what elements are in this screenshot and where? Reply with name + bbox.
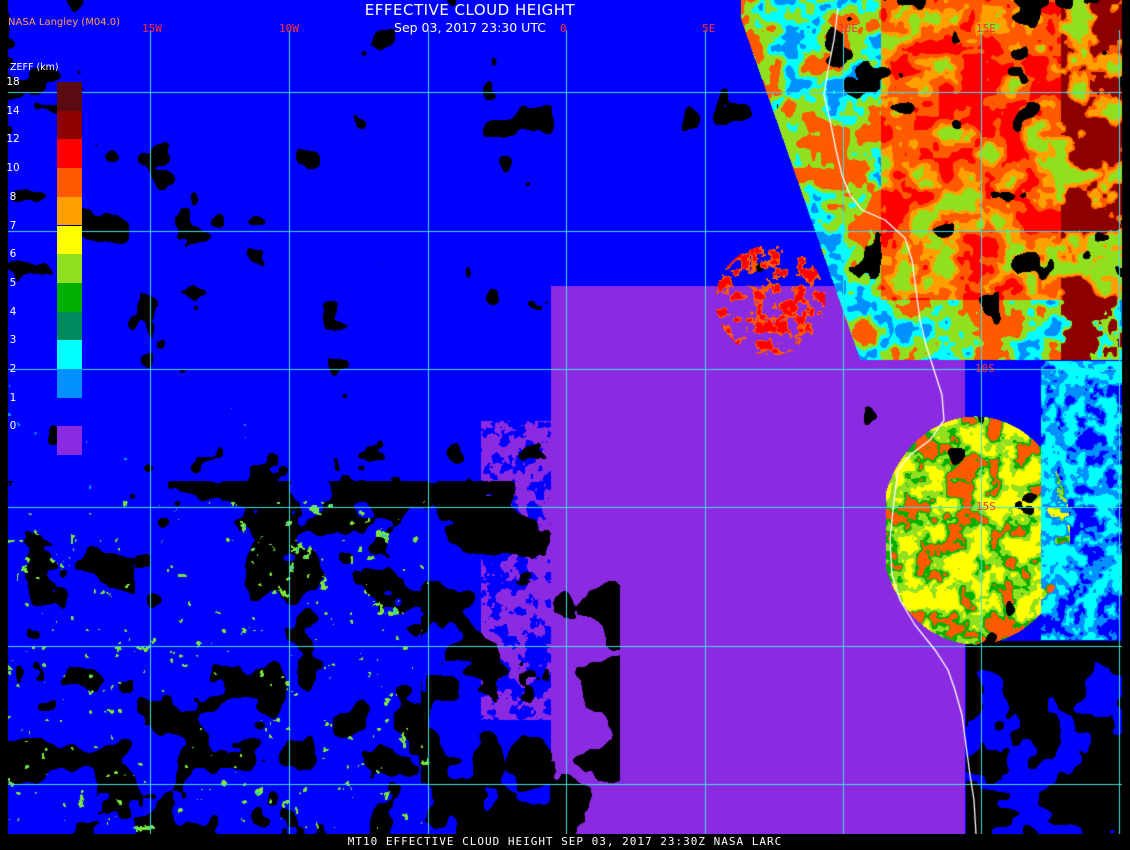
legend-color-swatch [57, 426, 82, 456]
latitude-label: 10S [975, 362, 995, 375]
legend-color-swatch [57, 397, 82, 427]
legend-tick-label: 6 [9, 248, 17, 261]
legend-color-swatch [57, 340, 82, 369]
producer-label: NASA Langley (M04.0) [8, 17, 120, 28]
legend-tick-label: 18 [6, 76, 20, 88]
longitude-label: 15W [142, 22, 162, 35]
legend-tick-label: 5 [9, 276, 17, 289]
legend-tick-label: 8 [9, 190, 17, 203]
map-timestamp: Sep 03, 2017 23:30 UTC [394, 20, 546, 35]
legend-color-swatch [57, 369, 82, 398]
legend-unit-label: ZEFF (km) [10, 62, 59, 73]
legend-tick-label: 0 [9, 420, 17, 433]
legend-tick-label: 4 [9, 305, 17, 318]
legend-tick-label: 10 [6, 162, 20, 175]
legend-color-swatch [57, 82, 82, 111]
legend-color-swatch [57, 110, 82, 140]
color-legend: ZEFF (km) 18 14 12 10 8 7 6 5 4 3 2 1 0 [6, 58, 82, 456]
legend-color-swatch [57, 311, 82, 341]
longitude-label: 15E [976, 22, 996, 35]
legend-color-swatch [57, 139, 82, 169]
legend-tick-label: 2 [9, 363, 17, 375]
legend-tick-label: 12 [6, 133, 20, 146]
legend-color-swatch [57, 168, 82, 197]
legend-color-swatch [57, 225, 82, 255]
footer-caption: MT10 EFFECTIVE CLOUD HEIGHT SEP 03, 2017… [0, 834, 1130, 850]
legend-color-swatch [57, 282, 82, 312]
longitude-label: 0 [560, 22, 567, 35]
legend-tick-label: 7 [9, 219, 17, 232]
longitude-label: 10W [279, 22, 299, 35]
longitude-label: 5E [702, 22, 716, 35]
satellite-cloud-height-map [0, 0, 1130, 850]
legend-tick-label: 1 [9, 391, 17, 404]
legend-tick-label: 3 [9, 334, 17, 347]
map-title: EFFECTIVE CLOUD HEIGHT [364, 1, 576, 19]
legend-tick-label: 14 [6, 104, 20, 117]
legend-color-swatch [57, 254, 82, 283]
longitude-label: 10E [838, 22, 858, 35]
legend-color-swatch [57, 196, 82, 226]
latitude-label: 15S [976, 500, 996, 513]
